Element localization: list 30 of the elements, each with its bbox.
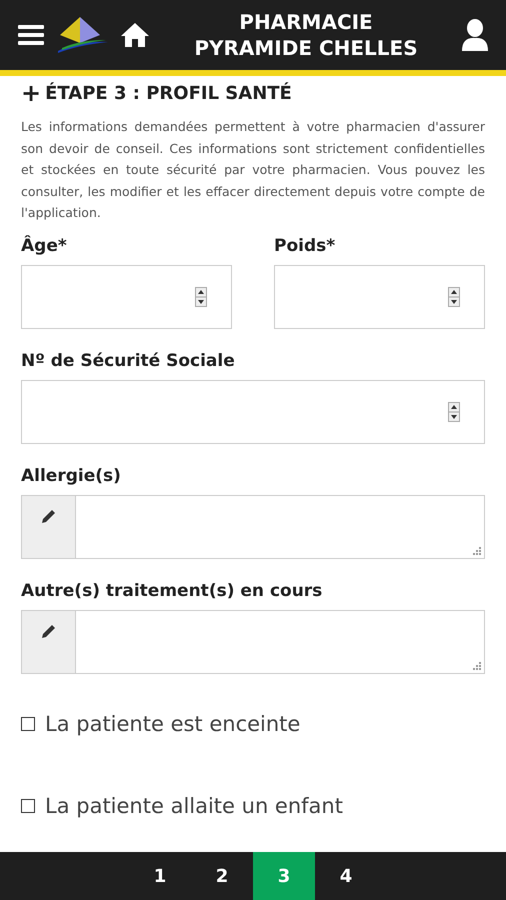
number-field[interactable]	[21, 264, 232, 328]
checkbox-label[interactable]: La patiente allaite un enfant	[21, 794, 485, 818]
step-tab[interactable]: 1	[129, 852, 191, 900]
resize-grip-icon	[473, 662, 481, 670]
field-label: Allergie(s)	[21, 466, 122, 486]
spinner-icon	[448, 286, 460, 306]
field-label: Poids*	[274, 236, 336, 256]
checkbox-label[interactable]: La patiente est enceinte	[21, 712, 485, 736]
field-label: Nº de Sécurité Sociale	[21, 350, 236, 370]
app-title: PYRAMIDE CHELLES	[194, 35, 418, 61]
section-title: ÉTAPE 3 : PROFIL SANTÉ	[45, 82, 292, 104]
checkbox[interactable]	[21, 716, 35, 730]
resize-grip-icon	[473, 546, 481, 554]
checkbox[interactable]	[21, 798, 35, 812]
number-field[interactable]	[274, 264, 485, 328]
pencil-icon	[40, 508, 56, 524]
step-tab[interactable]: 2	[191, 852, 253, 900]
spinner-icon	[195, 286, 207, 306]
home-icon[interactable]	[120, 22, 150, 48]
menu-icon[interactable]	[18, 24, 44, 46]
spinner-icon	[448, 402, 460, 422]
field-label: Autre(s) traitement(s) en cours	[21, 580, 324, 600]
intro-text: Les informations demandées permettent à votre pharmacien d'assurer son devoir de conseil. Ces informations sont strictement confidentielles et stockées en toute sécurité par votre pharmacien. Vous pouvez les consulter, les modifier et les effacer directement depuis votre compte de l'application.	[21, 118, 485, 222]
user-icon[interactable]	[462, 19, 488, 51]
pencil-icon	[40, 622, 56, 638]
number-field[interactable]	[21, 380, 485, 444]
field-label: Âge*	[21, 236, 68, 256]
step-tab[interactable]: 4	[315, 852, 377, 900]
plus-icon: +	[21, 81, 42, 105]
app-title: PHARMACIE	[239, 9, 373, 35]
